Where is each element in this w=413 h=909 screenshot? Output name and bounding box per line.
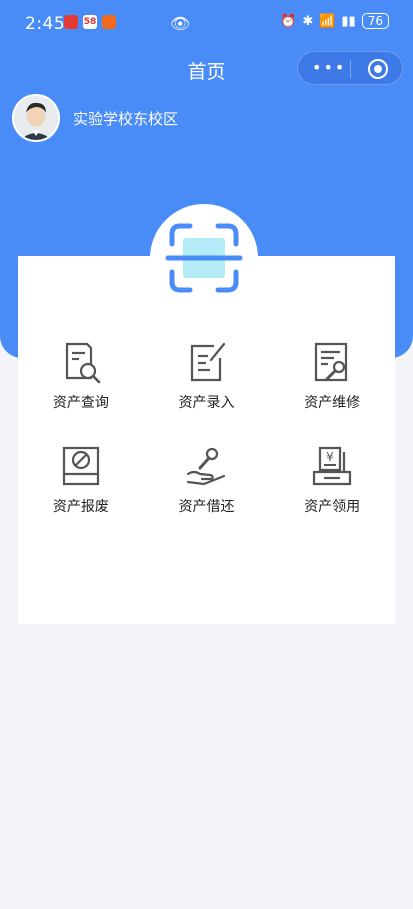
menu-label: 资产录入 <box>178 395 235 411</box>
capsule-divider <box>350 60 351 78</box>
bluetooth-icon: ✱ <box>302 13 314 29</box>
menu-asset-scrap[interactable]: 资产报废 <box>18 444 144 516</box>
menu-asset-query[interactable]: 资产查询 <box>18 340 144 412</box>
menu-asset-repair[interactable]: 资产维修 <box>269 340 395 412</box>
asset-receive-icon: ¥ <box>313 446 352 486</box>
scan-icon <box>165 223 243 293</box>
menu-label: 资产报废 <box>52 499 109 515</box>
asset-repair-icon <box>315 342 348 382</box>
app-58-notification-icon: 58 <box>83 15 97 29</box>
more-dots-icon[interactable]: ••• <box>312 58 346 77</box>
signal-icon: ▮▮ <box>341 13 356 29</box>
asset-menu-grid: 资产查询 资产录入 资产维修 资产报废 资产借还 ¥ 资产领用 <box>18 340 395 516</box>
eye-icon: 👁 <box>170 14 191 33</box>
school-name: 实验学校东校区 <box>73 110 179 128</box>
status-time: 2:45 <box>25 14 66 34</box>
asset-entry-icon <box>191 342 226 382</box>
miniprogram-capsule: ••• <box>297 51 403 85</box>
target-icon[interactable] <box>368 59 388 79</box>
asset-borrow-icon <box>187 447 226 486</box>
menu-label: 资产维修 <box>304 395 361 411</box>
wifi-icon: 📶 <box>319 13 336 29</box>
alarm-icon: ⏰ <box>280 13 297 29</box>
menu-asset-borrow[interactable]: 资产借还 <box>144 444 270 516</box>
menu-label: 资产查询 <box>52 395 109 411</box>
avatar[interactable] <box>12 94 60 142</box>
asset-search-icon <box>65 342 101 384</box>
svg-text:¥: ¥ <box>326 450 334 464</box>
battery-icon: 76 <box>361 13 389 29</box>
menu-label: 资产领用 <box>304 499 361 515</box>
app-notification-icon <box>102 15 116 29</box>
status-bar: 2:45 58 👁 ⏰ ✱ 📶 ▮▮ 76 <box>0 0 413 46</box>
status-icons: ⏰ ✱ 📶 ▮▮ 76 <box>280 13 389 29</box>
menu-asset-entry[interactable]: 资产录入 <box>144 340 270 412</box>
menu-label: 资产借还 <box>178 499 235 515</box>
user-avatar-icon <box>14 96 58 140</box>
mail-notification-icon <box>64 15 78 29</box>
scan-button[interactable] <box>150 204 258 312</box>
asset-scrap-icon <box>62 446 99 486</box>
menu-asset-receive[interactable]: ¥ 资产领用 <box>269 444 395 516</box>
